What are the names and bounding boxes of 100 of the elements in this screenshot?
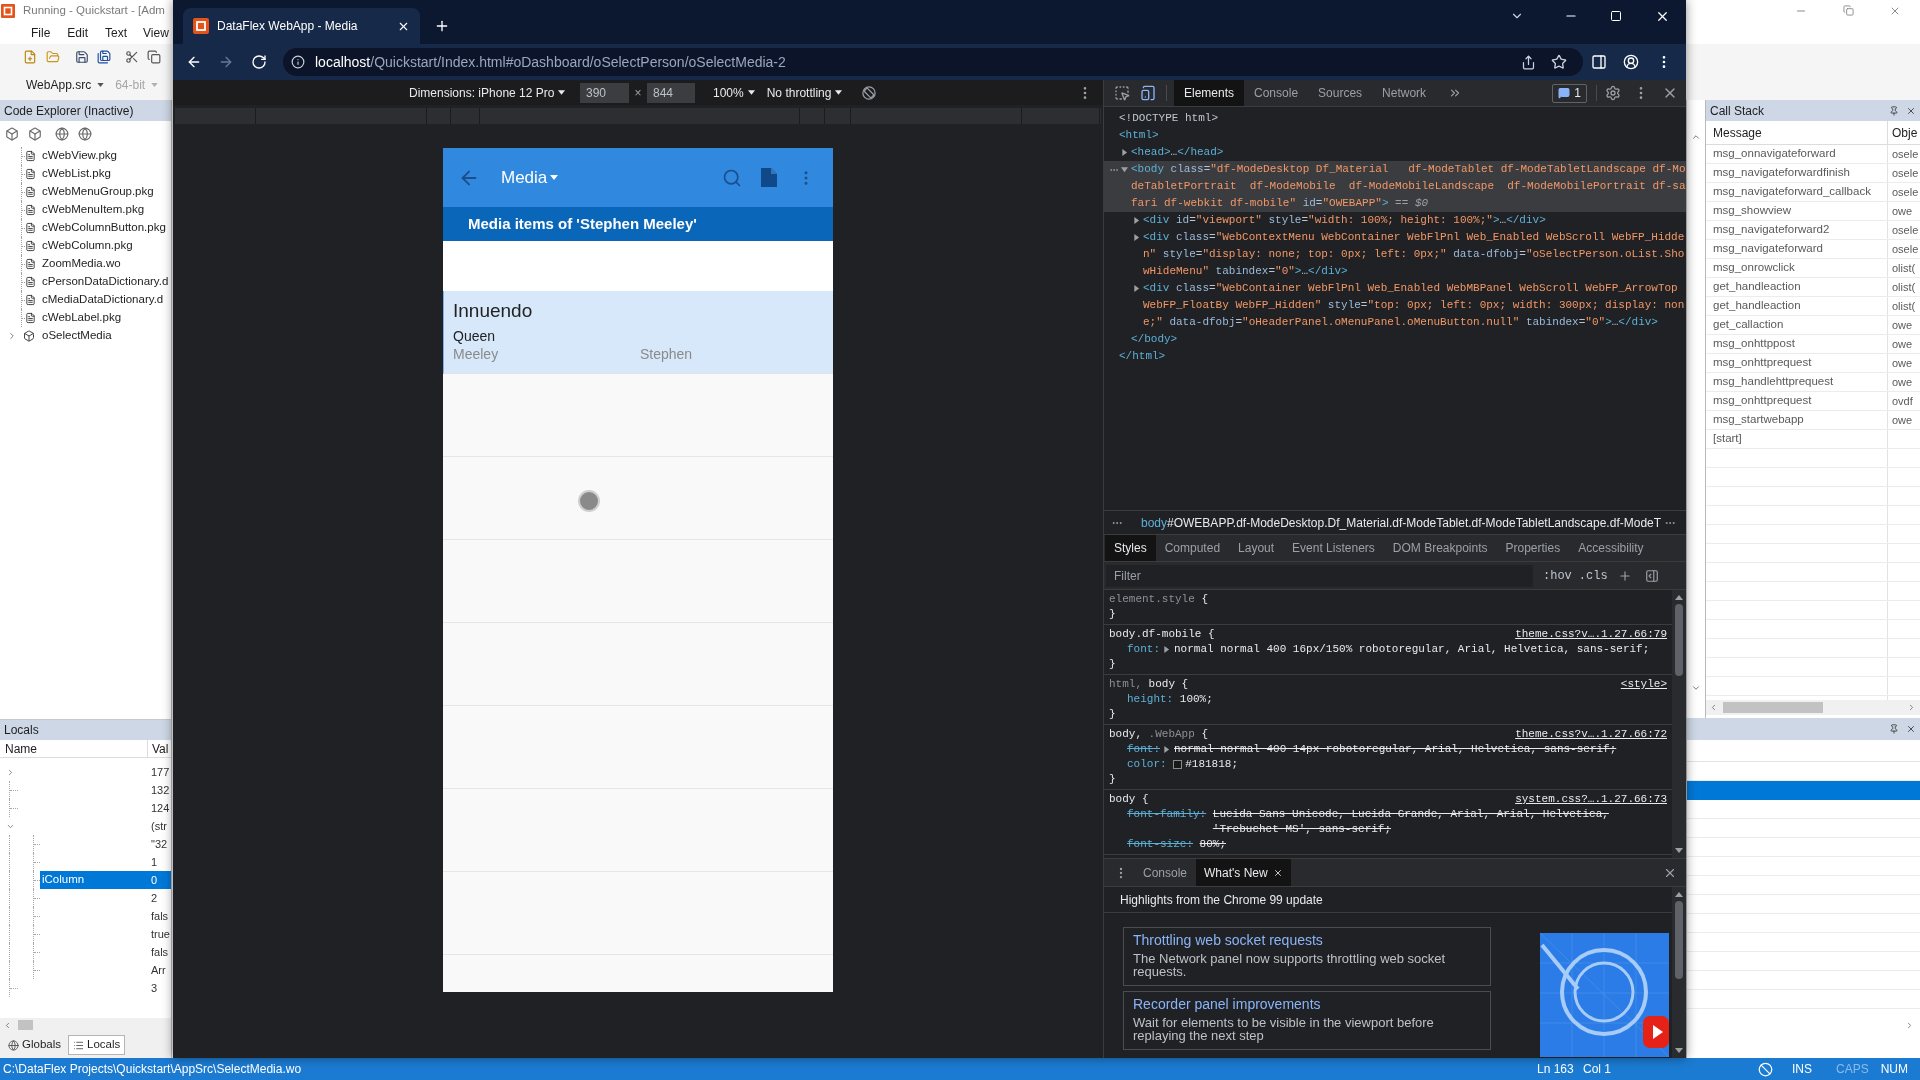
table-cell[interactable]: msg_onnavigateforward <box>1706 145 1888 163</box>
triangle-right-icon[interactable] <box>1163 646 1170 653</box>
height-field[interactable]: 844 <box>647 82 695 103</box>
save-icon[interactable] <box>75 50 89 64</box>
new-file-icon[interactable] <box>23 50 37 64</box>
new-tab-icon[interactable] <box>434 18 450 34</box>
scrollbar-thumb[interactable] <box>1723 702 1823 713</box>
table-cell[interactable]: osele <box>1888 240 1919 258</box>
table-cell[interactable]: [start] <box>1706 430 1888 448</box>
scrollbar[interactable] <box>1706 700 1920 715</box>
styles-tab[interactable]: DOM Breakpoints <box>1383 535 1497 561</box>
column-header[interactable]: Message <box>1706 121 1888 144</box>
css-value[interactable]: normal normal 400 16px/150% robotoregular, Arial, Helvetica, sans-serif; <box>1174 642 1650 657</box>
table-cell[interactable]: msg_onrowclick <box>1706 259 1888 277</box>
table-cell[interactable]: owe <box>1888 373 1913 391</box>
zoom-dropdown[interactable]: 100% <box>713 83 755 102</box>
table-cell[interactable]: msg_navigateforwardfinish <box>1706 164 1888 182</box>
cut-icon[interactable] <box>125 50 139 64</box>
copy-icon[interactable] <box>147 50 161 64</box>
video-thumbnail-drawing[interactable] <box>1540 933 1669 1057</box>
scrollbar[interactable] <box>1672 590 1686 858</box>
chevron-right-icon[interactable] <box>6 767 15 777</box>
play-button-icon[interactable] <box>1643 1016 1669 1048</box>
table-cell[interactable]: msg_showview <box>1706 202 1888 220</box>
css-value[interactable]: Lucida Sans Unicode, Lucida Grande, Arial, Arial, Helvetica, 'Trebuchet MS', sans-serif; <box>1212 807 1667 837</box>
sidebar-toggle-icon[interactable] <box>1644 568 1659 583</box>
table-cell[interactable]: get_handleaction <box>1706 278 1888 296</box>
table-cell[interactable]: olist( <box>1888 297 1916 315</box>
address-field[interactable]: localhost/Quickstart/Index.html#oDashboard/oSelectPerson/oSelectMedia-2 <box>283 48 1583 76</box>
table-cell[interactable]: osele <box>1888 221 1919 239</box>
column-header[interactable]: Obje <box>1888 123 1918 142</box>
breadcrumb-item[interactable]: body#OWEBAPP.df-ModeDesktop.Df_Material.df-ModeTablet.df-ModeTabletLandscape.df-ModeT <box>1141 513 1662 532</box>
triangle-down-icon[interactable] <box>1121 166 1128 173</box>
table-cell[interactable]: osele <box>1888 164 1919 182</box>
scroll-up-icon[interactable] <box>1675 892 1683 897</box>
menu-item[interactable]: File <box>31 23 51 42</box>
dom-node[interactable]: <html> <box>1119 127 1686 144</box>
styles-tab[interactable]: Computed <box>1155 535 1230 561</box>
tree-item[interactable]: cPersonDataDictionary.d <box>42 273 169 291</box>
scroll-down-icon[interactable] <box>1675 848 1683 853</box>
title-dropdown[interactable]: Media <box>501 164 559 191</box>
tree-item[interactable]: cWebList.pkg <box>42 165 111 183</box>
chevron-right-icon[interactable] <box>7 331 17 341</box>
profile-icon[interactable] <box>1623 54 1639 70</box>
tree-item[interactable]: cWebMenuItem.pkg <box>42 201 145 219</box>
styles-tab[interactable]: Styles <box>1105 535 1156 561</box>
source-link[interactable]: system.css?….1.27.66:73 <box>1515 792 1667 807</box>
filter-toggle-button[interactable]: .cls <box>1578 566 1608 585</box>
css-property[interactable]: font-size: <box>1127 837 1193 852</box>
device-toolbar-icon[interactable] <box>1140 85 1156 101</box>
width-field[interactable]: 390 <box>580 82 629 103</box>
menu-item[interactable]: Text <box>105 23 128 42</box>
table-cell[interactable]: msg_navigateforward2 <box>1706 221 1888 239</box>
scroll-up-icon[interactable] <box>1675 595 1683 600</box>
source-link[interactable]: <style> <box>1620 677 1667 692</box>
cube-icon[interactable] <box>5 126 19 141</box>
card-title-link[interactable]: Recorder panel improvements <box>1133 996 1321 1013</box>
scroll-up-icon[interactable] <box>1691 132 1701 142</box>
tree-item[interactable]: cWebMenuGroup.pkg <box>42 183 154 201</box>
triangle-right-icon[interactable] <box>1163 746 1170 753</box>
scroll-right-icon[interactable] <box>1907 703 1916 712</box>
column-header[interactable]: Val <box>148 739 169 758</box>
css-property[interactable]: font: <box>1127 642 1160 657</box>
table-cell[interactable]: owe <box>1888 411 1913 429</box>
tree-item[interactable]: cWebColumnButton.pkg <box>42 219 166 237</box>
drawer-tab[interactable]: Console <box>1134 859 1197 886</box>
back-icon[interactable] <box>186 54 202 70</box>
table-cell[interactable]: osele <box>1888 183 1919 201</box>
source-link[interactable]: theme.css?v….1.27.66:79 <box>1515 627 1667 642</box>
table-cell[interactable]: msg_navigateforward_callback <box>1706 183 1888 201</box>
panel-tab[interactable]: Globals <box>3 1035 66 1055</box>
dom-node[interactable]: <!DOCTYPE html> <box>1119 110 1686 127</box>
table-cell[interactable]: olist( <box>1888 259 1916 277</box>
table-cell[interactable]: msg_onhttppost <box>1706 335 1888 353</box>
styles-tab[interactable]: Event Listeners <box>1283 535 1384 561</box>
table-cell[interactable]: olist( <box>1888 278 1916 296</box>
triangle-right-icon[interactable] <box>1133 285 1140 292</box>
filter-field[interactable]: Filter <box>1106 564 1533 587</box>
throttling-dropdown[interactable]: No throttling <box>766 83 843 102</box>
table-cell[interactable]: owe <box>1888 316 1913 334</box>
menu-item[interactable]: View <box>143 23 169 42</box>
cube-icon[interactable] <box>28 126 42 141</box>
triangle-right-icon[interactable] <box>1133 217 1140 224</box>
styles-tab[interactable]: Layout <box>1229 535 1284 561</box>
devtools-tab[interactable]: Elements <box>1174 80 1245 106</box>
scroll-right-icon[interactable] <box>1905 1021 1914 1030</box>
dom-node[interactable]: <head>…</head> <box>1131 144 1686 161</box>
device-dropdown[interactable]: Dimensions: iPhone 12 Pro <box>409 83 569 102</box>
table-cell[interactable]: owe <box>1888 202 1913 220</box>
table-cell[interactable]: msg_startwebapp <box>1706 411 1888 429</box>
css-value[interactable]: 100%; <box>1179 692 1213 707</box>
tree-item[interactable]: cWebColumn.pkg <box>42 237 133 255</box>
settings-icon[interactable] <box>1605 85 1621 101</box>
panel-tab[interactable]: Locals <box>68 1035 126 1055</box>
css-property[interactable]: color: <box>1127 757 1167 772</box>
styles-tab[interactable]: Accessibility <box>1569 535 1653 561</box>
info-icon[interactable] <box>291 55 305 69</box>
table-cell[interactable]: owe <box>1888 354 1913 372</box>
tree-item[interactable]: cWebView.pkg <box>42 147 117 165</box>
pin-icon[interactable] <box>1889 724 1899 734</box>
